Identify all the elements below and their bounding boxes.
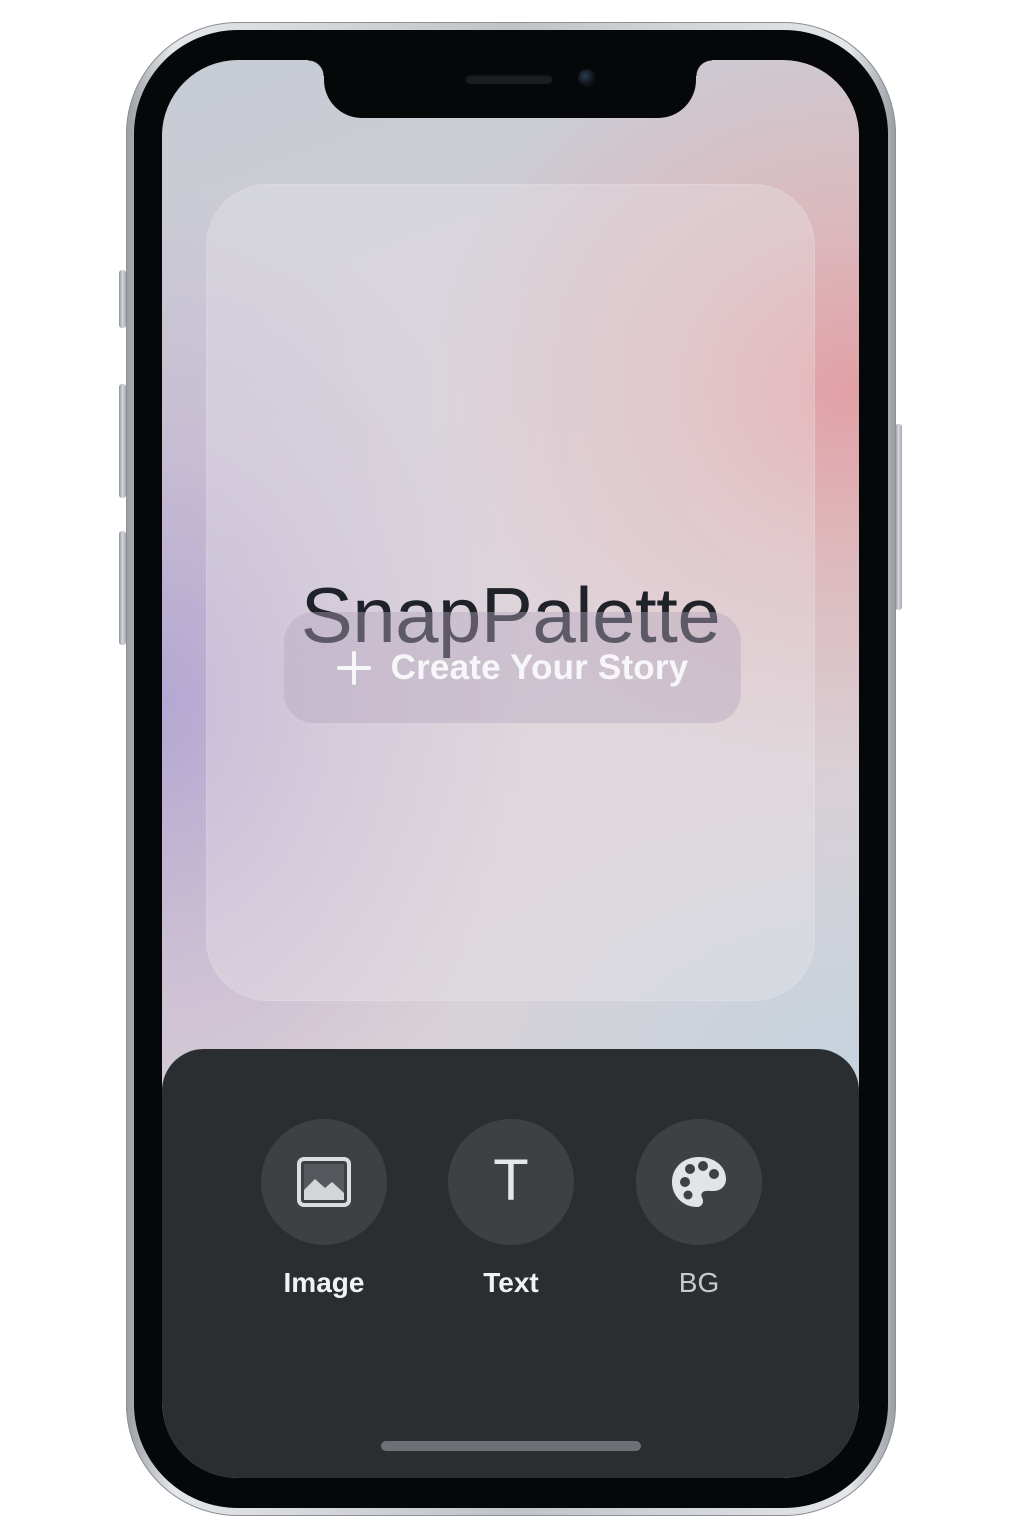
bottom-toolbar: Image T Text BG [162, 1049, 859, 1478]
notch [308, 60, 712, 118]
silent-switch [119, 270, 126, 328]
volume-down-button [119, 531, 126, 645]
volume-up-button [119, 384, 126, 498]
phone-screen: SnapPalette Create Your Story Image T Te… [162, 60, 859, 1478]
text-tool-button[interactable]: T Text [426, 1119, 596, 1299]
stage: SnapPalette Create Your Story Image T Te… [0, 0, 1024, 1536]
plus-icon [336, 650, 371, 685]
power-button [895, 424, 902, 610]
bg-tool-label: BG [678, 1267, 720, 1298]
hero-card: SnapPalette Create Your Story [206, 184, 815, 1001]
bg-tool-button[interactable]: BG [614, 1119, 784, 1299]
create-story-label: Create Your Story [390, 647, 689, 687]
front-camera [578, 69, 596, 87]
create-story-button[interactable]: Create Your Story [284, 612, 741, 723]
image-tool-circle[interactable] [261, 1119, 387, 1245]
text-tool-label: Text [483, 1267, 539, 1298]
home-indicator[interactable] [381, 1441, 641, 1451]
palette-icon [672, 1157, 726, 1207]
image-icon [297, 1157, 351, 1207]
image-tool-button[interactable]: Image [239, 1119, 409, 1299]
image-tool-label: Image [283, 1267, 365, 1298]
text-icon: T [493, 1148, 529, 1213]
text-tool-circle[interactable]: T [448, 1119, 574, 1245]
speaker-grille [465, 74, 553, 84]
bg-tool-circle[interactable] [636, 1119, 762, 1245]
